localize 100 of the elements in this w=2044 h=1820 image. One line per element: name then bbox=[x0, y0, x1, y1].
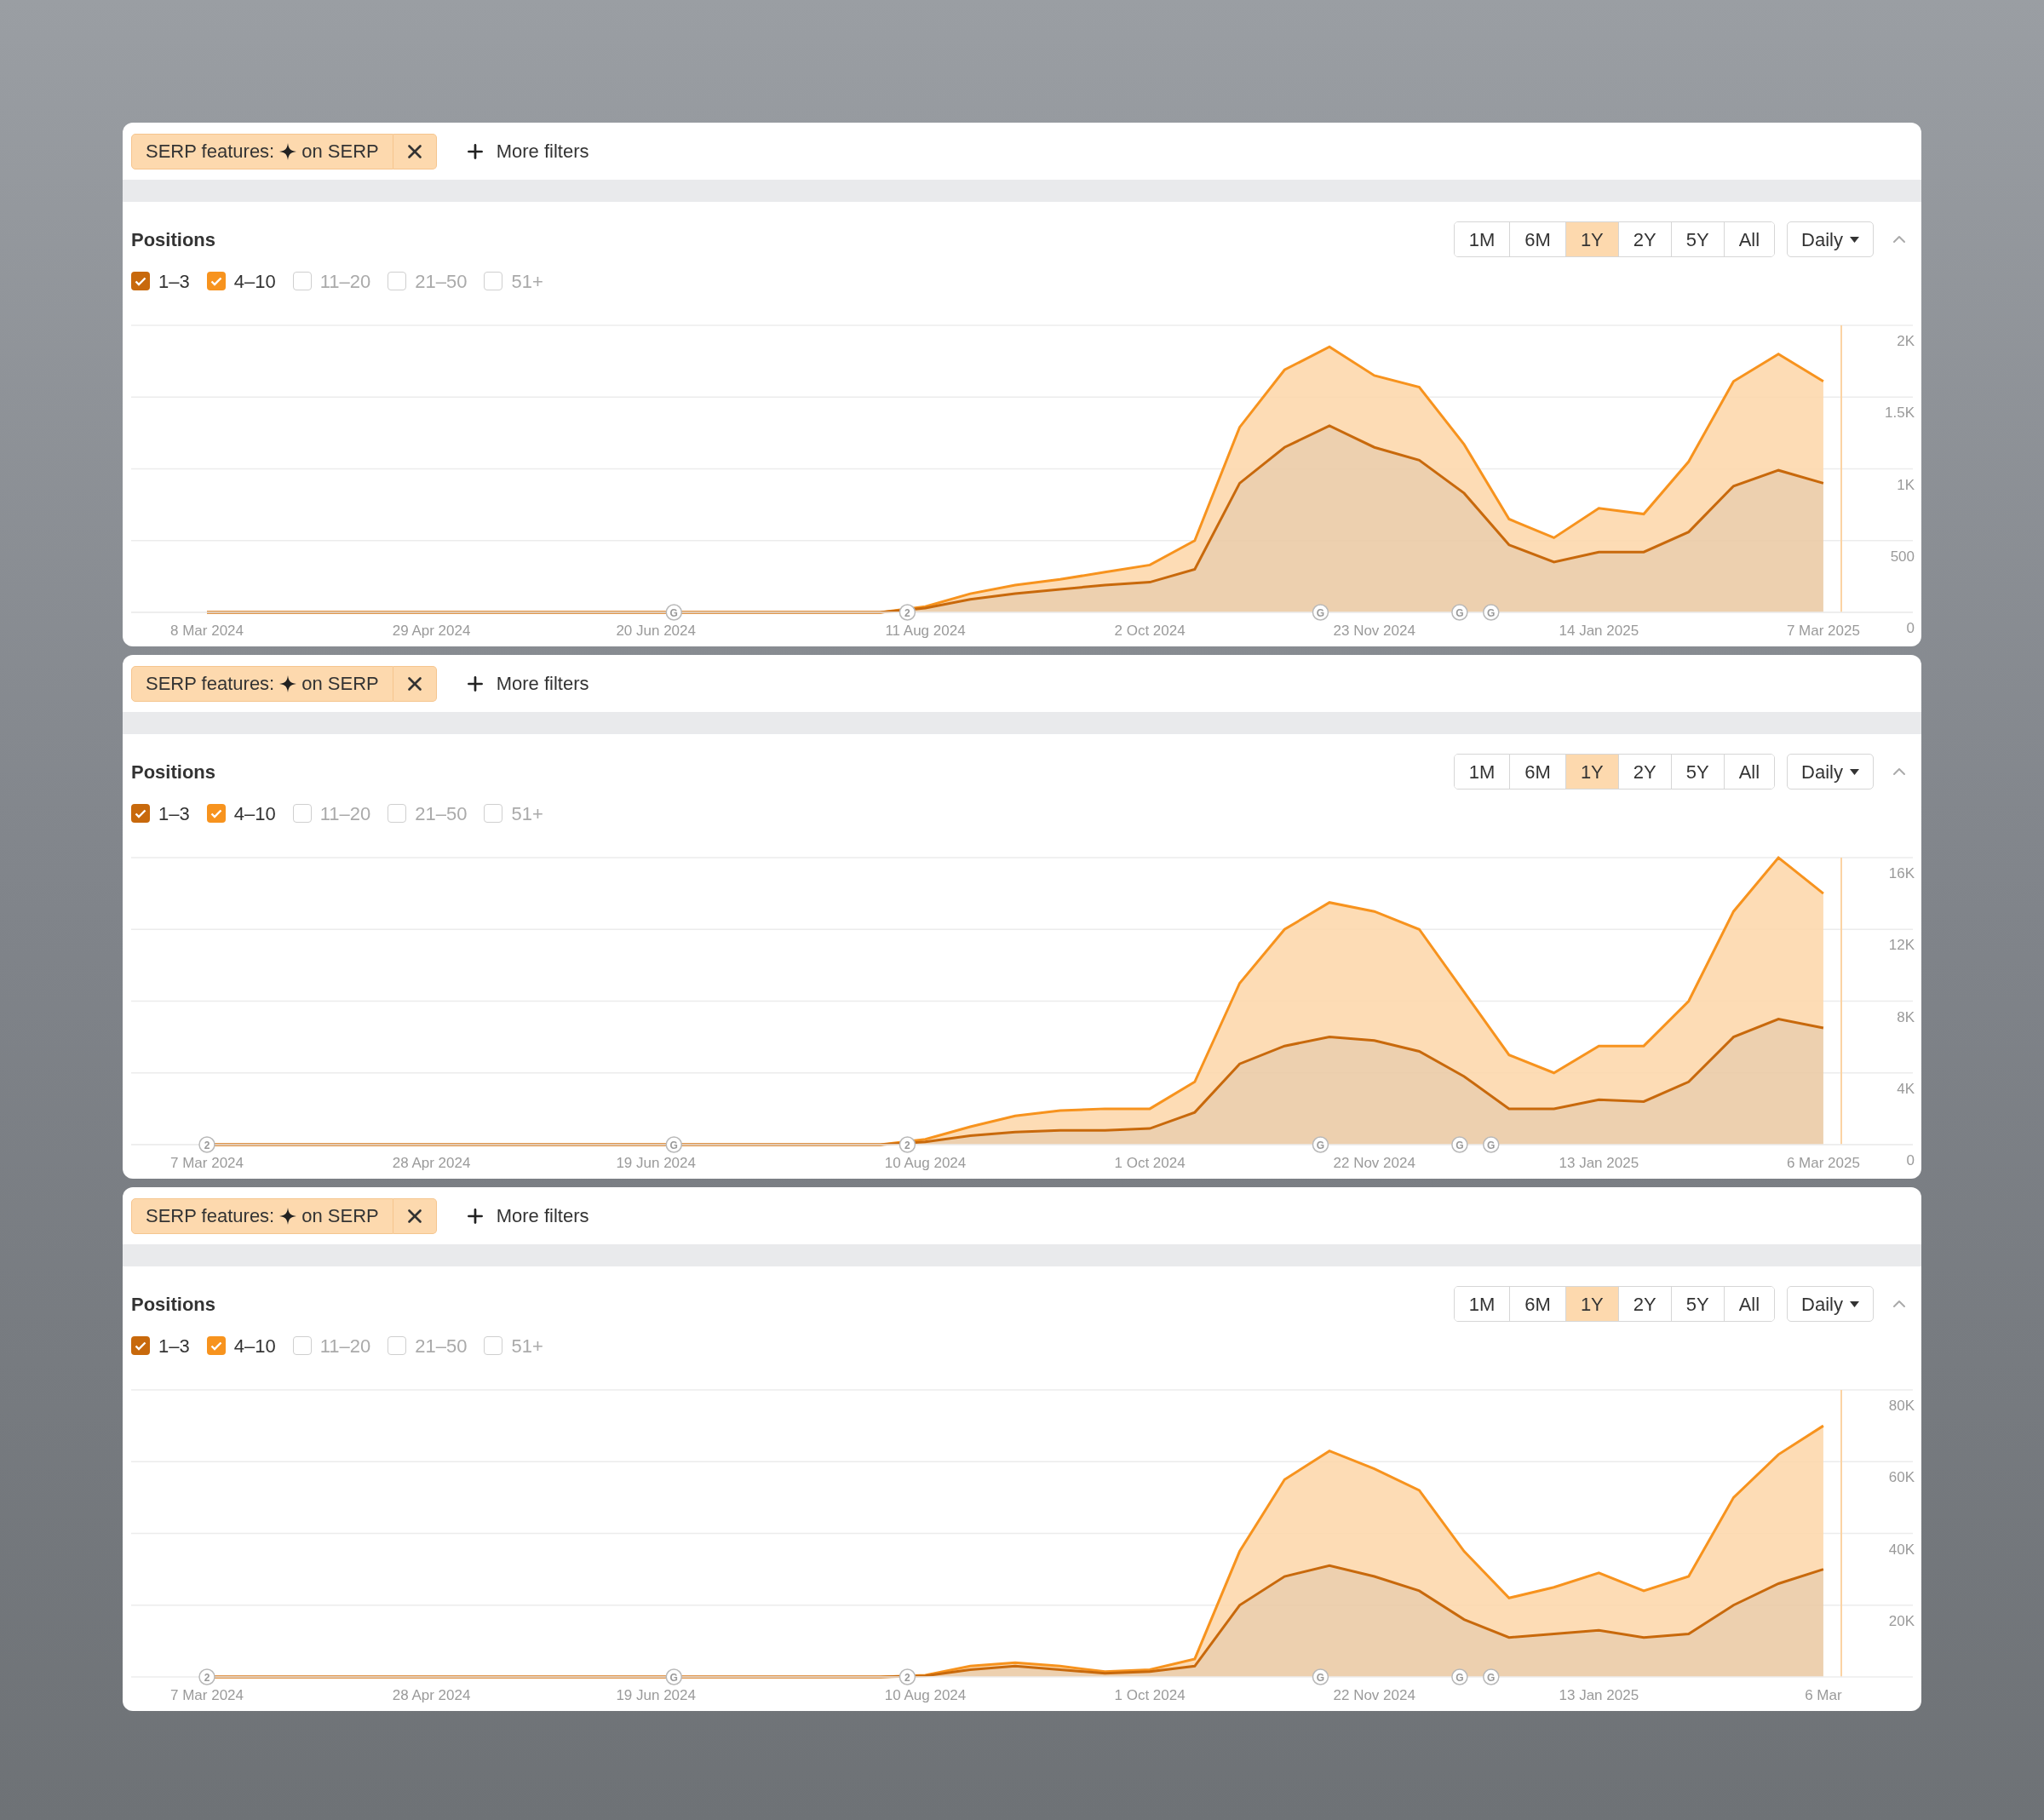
annotation: 2 bbox=[204, 1139, 210, 1151]
x-axis-label: 2 Oct 2024 bbox=[1114, 623, 1186, 639]
checkbox-label: 11–20 bbox=[319, 269, 371, 294]
x-axis-label: 7 Mar 2024 bbox=[170, 1687, 244, 1703]
x-axis-label: 22 Nov 2024 bbox=[1333, 1155, 1415, 1171]
checkbox[interactable] bbox=[484, 804, 503, 823]
x-axis-label: 7 Mar 2024 bbox=[170, 1155, 244, 1171]
caret-icon bbox=[1850, 236, 1859, 243]
more-filters-button[interactable]: More filters bbox=[463, 1202, 589, 1230]
checkbox[interactable] bbox=[292, 804, 312, 823]
y-axis-label: 8K bbox=[1897, 1008, 1915, 1025]
x-axis-label: 1 Oct 2024 bbox=[1114, 1687, 1186, 1703]
x-axis-label: 20 Jun 2024 bbox=[616, 623, 696, 639]
checkbox[interactable] bbox=[131, 804, 150, 823]
checkbox[interactable] bbox=[484, 1336, 503, 1355]
y-axis-label: 0 bbox=[1906, 620, 1915, 636]
y-axis-label: 16K bbox=[1888, 865, 1915, 881]
checkbox-label: 21–50 bbox=[415, 801, 468, 826]
annotation: 2 bbox=[904, 1671, 911, 1684]
checkbox[interactable] bbox=[206, 804, 226, 823]
range-tab[interactable]: 1Y bbox=[1565, 1287, 1618, 1321]
annotation: G bbox=[1487, 606, 1496, 619]
check-icon bbox=[210, 1341, 222, 1351]
checkbox-label: 11–20 bbox=[319, 1334, 371, 1358]
range-tab[interactable]: All bbox=[1723, 755, 1775, 789]
x-axis-label: 29 Apr 2024 bbox=[392, 623, 471, 639]
checkbox[interactable] bbox=[292, 272, 312, 290]
checkbox-label: 51+ bbox=[511, 801, 543, 826]
annotation: G bbox=[1455, 1139, 1464, 1151]
x-axis-label: 13 Jan 2025 bbox=[1559, 1687, 1639, 1703]
x-axis-label: 6 Mar 2025 bbox=[1786, 1155, 1860, 1171]
y-axis-label: 1.5K bbox=[1885, 405, 1915, 422]
x-axis-label: 1 Oct 2024 bbox=[1114, 1155, 1186, 1171]
annotation: G bbox=[669, 1139, 678, 1151]
annotation: 2 bbox=[904, 1139, 911, 1151]
remove-filter-button[interactable] bbox=[393, 665, 437, 702]
annotation: G bbox=[669, 1671, 678, 1684]
interval-dropdown[interactable]: Daily bbox=[1787, 1286, 1874, 1322]
section-title: Positions bbox=[131, 1292, 215, 1317]
x-axis-label: 23 Nov 2024 bbox=[1333, 623, 1415, 639]
annotation: G bbox=[1455, 1671, 1464, 1684]
checkbox[interactable] bbox=[131, 1336, 150, 1355]
x-axis-label: 19 Jun 2024 bbox=[616, 1687, 696, 1703]
remove-filter-button[interactable] bbox=[393, 133, 437, 169]
x-axis-label: 7 Mar 2025 bbox=[1786, 623, 1860, 639]
x-axis-label: 10 Aug 2024 bbox=[884, 1687, 967, 1703]
x-axis-label: 28 Apr 2024 bbox=[392, 1687, 471, 1703]
y-axis-label: 20K bbox=[1888, 1612, 1915, 1629]
checkbox[interactable] bbox=[388, 1336, 407, 1355]
range-tab[interactable]: 1Y bbox=[1565, 755, 1618, 789]
checkbox-label: 11–20 bbox=[319, 801, 371, 826]
x-axis-label: 10 Aug 2024 bbox=[884, 1155, 967, 1171]
interval-dropdown[interactable]: Daily bbox=[1787, 754, 1874, 789]
checkbox[interactable] bbox=[131, 272, 150, 290]
checkbox[interactable] bbox=[292, 1336, 312, 1355]
check-icon bbox=[135, 276, 146, 286]
checkbox-label: 51+ bbox=[511, 1334, 543, 1358]
x-axis-label: 22 Nov 2024 bbox=[1333, 1687, 1415, 1703]
x-axis-label: 28 Apr 2024 bbox=[392, 1155, 471, 1171]
annotation: G bbox=[669, 606, 678, 619]
check-icon bbox=[210, 808, 222, 818]
checkbox-label: 4–10 bbox=[233, 1334, 276, 1358]
x-axis-label: 13 Jan 2025 bbox=[1559, 1155, 1639, 1171]
annotation: G bbox=[1487, 1671, 1496, 1684]
x-axis-label: 14 Jan 2025 bbox=[1559, 623, 1639, 639]
y-axis-label: 1K bbox=[1897, 476, 1915, 493]
filter-chip[interactable]: SERP features: on SERP bbox=[131, 665, 393, 702]
checkbox-label: 1–3 bbox=[158, 801, 190, 826]
y-axis-label: 80K bbox=[1888, 1398, 1915, 1414]
range-tab[interactable]: All bbox=[1723, 1287, 1775, 1321]
annotation: G bbox=[1487, 1139, 1496, 1151]
interval-dropdown[interactable]: Daily bbox=[1787, 221, 1874, 257]
sparkle-icon bbox=[279, 142, 297, 160]
checkbox-label: 1–3 bbox=[158, 1334, 190, 1358]
checkbox-label: 1–3 bbox=[158, 269, 190, 294]
remove-filter-button[interactable] bbox=[393, 1197, 437, 1234]
filter-chip[interactable]: SERP features: on SERP bbox=[131, 1197, 393, 1234]
more-filters-button[interactable]: More filters bbox=[463, 137, 589, 165]
filter-chip[interactable]: SERP features: on SERP bbox=[131, 133, 393, 169]
sparkle-icon bbox=[279, 675, 297, 692]
checkbox[interactable] bbox=[206, 1336, 226, 1355]
checkbox[interactable] bbox=[388, 272, 407, 290]
more-filters-button[interactable]: More filters bbox=[463, 669, 589, 698]
y-axis-label: 60K bbox=[1888, 1469, 1915, 1486]
check-icon bbox=[135, 1341, 146, 1351]
x-axis-label: 19 Jun 2024 bbox=[616, 1155, 696, 1171]
annotation: G bbox=[1316, 606, 1325, 619]
x-axis-label: 6 Mar bbox=[1805, 1687, 1842, 1703]
range-tab[interactable]: All bbox=[1723, 222, 1775, 256]
checkbox[interactable] bbox=[388, 804, 407, 823]
range-tab[interactable]: 1Y bbox=[1565, 222, 1618, 256]
caret-icon bbox=[1850, 768, 1859, 775]
checkbox[interactable] bbox=[484, 272, 503, 290]
x-axis-label: 8 Mar 2024 bbox=[170, 623, 244, 639]
annotation: G bbox=[1455, 606, 1464, 619]
checkbox[interactable] bbox=[206, 272, 226, 290]
checkbox-label: 51+ bbox=[511, 269, 543, 294]
section-title: Positions bbox=[131, 760, 215, 784]
y-axis-label: 500 bbox=[1890, 548, 1915, 565]
y-axis-label: 2K bbox=[1897, 333, 1915, 349]
